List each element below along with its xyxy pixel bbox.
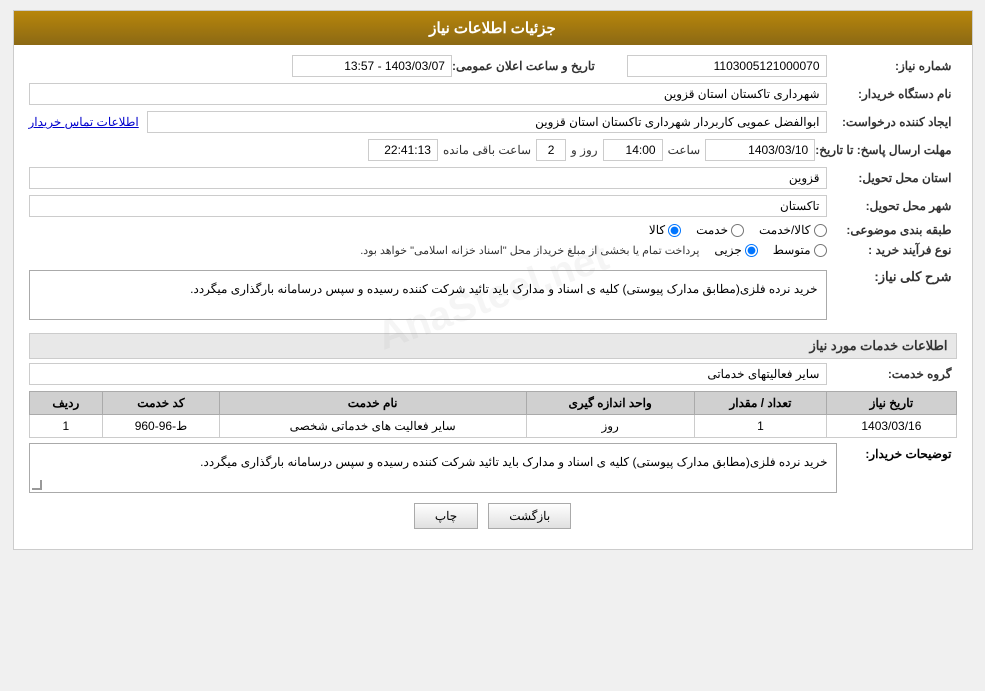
buyer-name-label: نام دستگاه خریدار: bbox=[827, 87, 957, 101]
creator-value: ابوالفضل عمویی کاربردار شهرداری تاکستان … bbox=[147, 111, 826, 133]
remaining-time: 22:41:13 bbox=[368, 139, 438, 161]
category-row: طبقه بندی موضوعی: کالا/خدمت خدمت کالا bbox=[29, 223, 957, 237]
category-kala-item: کالا bbox=[649, 223, 681, 237]
page-title: جزئیات اطلاعات نیاز bbox=[429, 20, 556, 37]
general-desc-box: خرید نرده فلزی(مطابق مدارک پیوستی) کلیه … bbox=[29, 270, 827, 320]
general-desc-label: شرح کلی نیاز: bbox=[827, 265, 957, 285]
creator-row: ایجاد کننده درخواست: ابوالفضل عمویی کارب… bbox=[29, 111, 957, 133]
category-kala-khedmat-radio[interactable] bbox=[814, 224, 827, 237]
city-row: شهر محل تحویل: تاکستان bbox=[29, 195, 957, 217]
city-value: تاکستان bbox=[29, 195, 827, 217]
deadline-date: 1403/03/10 bbox=[705, 139, 815, 161]
category-kala-khedmat-item: کالا/خدمت bbox=[759, 223, 826, 237]
contact-link[interactable]: اطلاعات تماس خریدار bbox=[29, 115, 139, 129]
table-row: 1403/03/16 1 روز سایر فعالیت های خدماتی … bbox=[29, 415, 956, 438]
cell-code: ط-96-960 bbox=[103, 415, 220, 438]
creator-label: ایجاد کننده درخواست: bbox=[827, 115, 957, 129]
purchase-motaset-radio[interactable] bbox=[814, 244, 827, 257]
category-kala-khedmat-label: کالا/خدمت bbox=[759, 223, 810, 237]
deadline-row: مهلت ارسال پاسخ: تا تاریخ: 1403/03/10 سا… bbox=[29, 139, 957, 161]
remaining-time-label: ساعت باقی مانده bbox=[443, 143, 531, 157]
category-radio-group: کالا/خدمت خدمت کالا bbox=[649, 223, 827, 237]
category-kala-label: کالا bbox=[649, 223, 665, 237]
buyer-desc-label: توضیحات خریدار: bbox=[837, 443, 957, 461]
service-group-label: گروه خدمت: bbox=[827, 367, 957, 381]
print-button[interactable]: چاپ bbox=[414, 503, 478, 529]
purchase-type-row: نوع فرآیند خرید : متوسط جزیی پرداخت تمام… bbox=[29, 243, 957, 257]
need-number-value: 1103005121000070 bbox=[627, 55, 827, 77]
back-button[interactable]: بازگشت bbox=[488, 503, 571, 529]
purchase-note: پرداخت تمام یا بخشی از مبلغ خریداز محل "… bbox=[360, 244, 699, 257]
resize-handle bbox=[32, 480, 42, 490]
col-row-header: ردیف bbox=[29, 392, 103, 415]
general-desc-section: شرح کلی نیاز: خرید نرده فلزی(مطابق مدارک… bbox=[29, 265, 957, 325]
category-khedmat-label: خدمت bbox=[696, 223, 728, 237]
category-kala-radio[interactable] bbox=[668, 224, 681, 237]
col-unit-header: واحد اندازه گیری bbox=[526, 392, 694, 415]
col-quantity-header: تعداد / مقدار bbox=[694, 392, 827, 415]
city-label: شهر محل تحویل: bbox=[827, 199, 957, 213]
announcement-date-value: 1403/03/07 - 13:57 bbox=[292, 55, 452, 77]
province-row: استان محل تحویل: قزوین bbox=[29, 167, 957, 189]
services-table: تاریخ نیاز تعداد / مقدار واحد اندازه گیر… bbox=[29, 391, 957, 438]
purchase-motaset-item: متوسط bbox=[773, 243, 827, 257]
purchase-motaset-label: متوسط bbox=[773, 243, 811, 257]
remaining-label: روز و bbox=[571, 143, 598, 157]
purchase-jozii-item: جزیی bbox=[714, 243, 757, 257]
cell-row: 1 bbox=[29, 415, 103, 438]
content-area: AnaSteel.net شماره نیاز: 110300512100007… bbox=[14, 45, 972, 549]
col-date-header: تاریخ نیاز bbox=[827, 392, 956, 415]
category-khedmat-item: خدمت bbox=[696, 223, 744, 237]
cell-unit: روز bbox=[526, 415, 694, 438]
province-label: استان محل تحویل: bbox=[827, 171, 957, 185]
cell-name: سایر فعالیت های خدماتی شخصی bbox=[219, 415, 526, 438]
buyer-desc-row: توضیحات خریدار: خرید نرده فلزی(مطابق مدا… bbox=[29, 443, 957, 493]
category-label: طبقه بندی موضوعی: bbox=[827, 223, 957, 237]
buyer-desc-box: خرید نرده فلزی(مطابق مدارک پیوستی) کلیه … bbox=[29, 443, 837, 493]
remaining-days: 2 bbox=[536, 139, 566, 161]
purchase-jozii-radio[interactable] bbox=[745, 244, 758, 257]
purchase-type-radio-group: متوسط جزیی پرداخت تمام یا بخشی از مبلغ خ… bbox=[29, 243, 827, 257]
buyer-name-row: نام دستگاه خریدار: شهرداری تاکستان استان… bbox=[29, 83, 957, 105]
main-container: جزئیات اطلاعات نیاز AnaSteel.net شماره ن… bbox=[13, 10, 973, 550]
buttons-row: بازگشت چاپ bbox=[29, 503, 957, 529]
service-group-row: گروه خدمت: سایر فعالیتهای خدماتی bbox=[29, 363, 957, 385]
deadline-time-label: ساعت bbox=[668, 143, 701, 157]
purchase-type-label: نوع فرآیند خرید : bbox=[827, 243, 957, 257]
cell-quantity: 1 bbox=[694, 415, 827, 438]
deadline-label: مهلت ارسال پاسخ: تا تاریخ: bbox=[815, 143, 956, 157]
buyer-desc-text: خرید نرده فلزی(مطابق مدارک پیوستی) کلیه … bbox=[200, 455, 827, 469]
service-group-value: سایر فعالیتهای خدماتی bbox=[29, 363, 827, 385]
col-name-header: نام خدمت bbox=[219, 392, 526, 415]
announcement-date-label: تاریخ و ساعت اعلان عمومی: bbox=[452, 59, 600, 73]
category-khedmat-radio[interactable] bbox=[731, 224, 744, 237]
deadline-time: 14:00 bbox=[603, 139, 663, 161]
need-number-row: شماره نیاز: 1103005121000070 تاریخ و ساع… bbox=[29, 55, 957, 77]
buyer-name-value: شهرداری تاکستان استان قزوین bbox=[29, 83, 827, 105]
cell-date: 1403/03/16 bbox=[827, 415, 956, 438]
general-desc-text: خرید نرده فلزی(مطابق مدارک پیوستی) کلیه … bbox=[190, 282, 817, 296]
province-value: قزوین bbox=[29, 167, 827, 189]
need-number-label: شماره نیاز: bbox=[827, 59, 957, 73]
page-header: جزئیات اطلاعات نیاز bbox=[14, 11, 972, 45]
services-section-title: اطلاعات خدمات مورد نیاز bbox=[29, 333, 957, 359]
purchase-jozii-label: جزیی bbox=[714, 243, 741, 257]
col-code-header: کد خدمت bbox=[103, 392, 220, 415]
